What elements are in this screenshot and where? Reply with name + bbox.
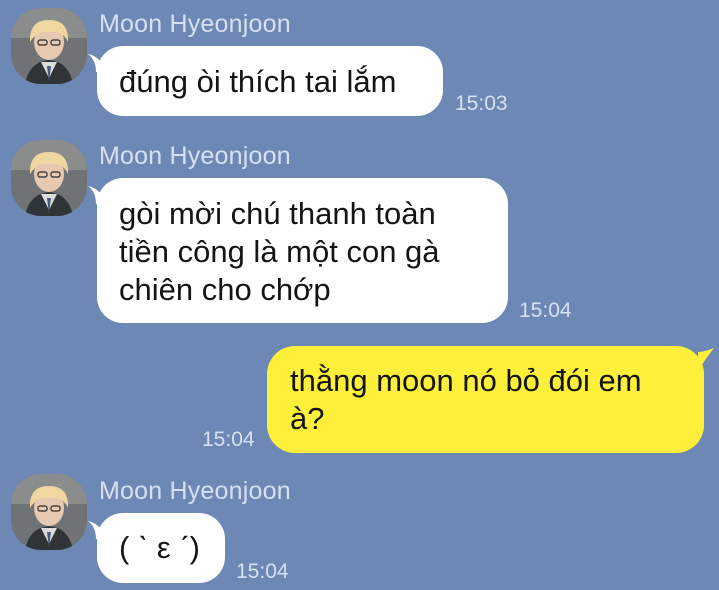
sender-name: Moon Hyeonjoon [99, 142, 291, 170]
message-bubble-incoming[interactable]: gòi mời chú thanh toàn tiền công là một … [97, 178, 508, 323]
sender-name: Moon Hyeonjoon [99, 477, 291, 505]
sender-name: Moon Hyeonjoon [99, 10, 291, 38]
sender-avatar[interactable] [11, 8, 87, 84]
sender-avatar[interactable] [11, 474, 87, 550]
message-bubble-outgoing[interactable]: thằng moon nó bỏ đói em à? [267, 346, 704, 453]
message-time: 15:04 [202, 428, 255, 451]
sender-avatar[interactable] [11, 140, 87, 216]
bubble-tail [698, 348, 714, 368]
message-time: 15:04 [236, 560, 289, 583]
message-bubble-incoming[interactable]: đúng òi thích tai lắm [97, 46, 443, 116]
message-time: 15:03 [455, 92, 508, 115]
message-bubble-incoming[interactable]: ( ˋ ε ˊ) [97, 513, 225, 583]
message-time: 15:04 [519, 299, 572, 322]
